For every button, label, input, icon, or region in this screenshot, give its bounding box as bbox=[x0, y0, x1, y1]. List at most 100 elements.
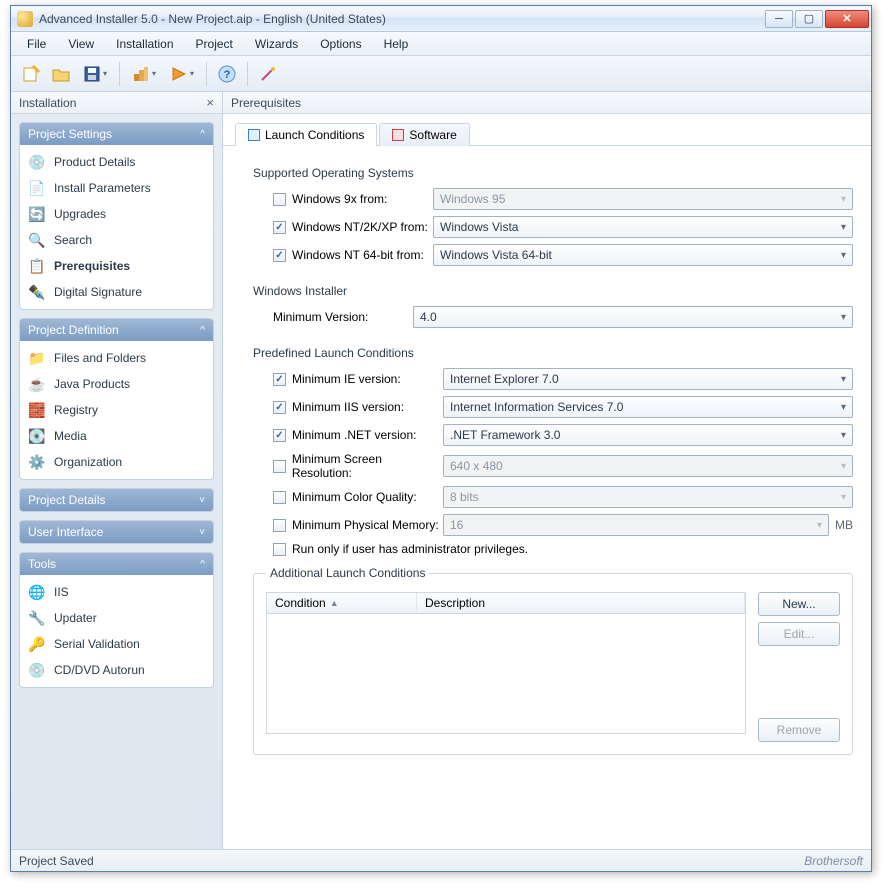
menu-installation[interactable]: Installation bbox=[106, 34, 183, 54]
sidebar-item-label: Install Parameters bbox=[54, 181, 151, 195]
sidebar-item-label: Digital Signature bbox=[54, 285, 142, 299]
sidebar-item-prerequisites[interactable]: 📋Prerequisites bbox=[22, 253, 211, 279]
wi-min-version-label: Minimum Version: bbox=[273, 310, 368, 324]
remove-condition-button[interactable]: Remove bbox=[758, 718, 840, 742]
edit-condition-button[interactable]: Edit... bbox=[758, 622, 840, 646]
sidebar-item-files-folders[interactable]: 📁Files and Folders bbox=[22, 345, 211, 371]
sidebar-item-updater[interactable]: 🔧Updater bbox=[22, 605, 211, 631]
organization-icon: ⚙️ bbox=[28, 453, 46, 471]
build-button[interactable] bbox=[128, 62, 160, 86]
pre-label-0: Minimum IE version: bbox=[292, 372, 401, 386]
sidebar-item-upgrades[interactable]: 🔄Upgrades bbox=[22, 201, 211, 227]
pre-combo-1[interactable]: Internet Information Services 7.0 bbox=[443, 396, 853, 418]
menu-file[interactable]: File bbox=[17, 34, 56, 54]
minimize-button[interactable]: ─ bbox=[765, 10, 793, 28]
iis-icon: 🌐 bbox=[28, 583, 46, 601]
tab-label: Software bbox=[409, 128, 456, 142]
admin-checkbox[interactable] bbox=[273, 543, 286, 556]
sidebar-item-java-products[interactable]: ☕Java Products bbox=[22, 371, 211, 397]
open-button[interactable] bbox=[49, 62, 73, 86]
os-combo-2[interactable]: Windows Vista 64-bit bbox=[433, 244, 853, 266]
sidebar-item-label: Prerequisites bbox=[54, 259, 130, 273]
menu-options[interactable]: Options bbox=[310, 34, 371, 54]
section-addl-title: Additional Launch Conditions bbox=[266, 566, 429, 580]
right-panel-header: Prerequisites bbox=[223, 92, 871, 114]
pre-label-3: Minimum Screen Resolution: bbox=[292, 452, 443, 480]
col-description[interactable]: Description bbox=[417, 593, 745, 613]
sidebar-item-iis[interactable]: 🌐IIS bbox=[22, 579, 211, 605]
help-button[interactable]: ? bbox=[215, 62, 239, 86]
pre-combo-2[interactable]: .NET Framework 3.0 bbox=[443, 424, 853, 446]
os-check-2[interactable] bbox=[273, 249, 286, 262]
menu-project[interactable]: Project bbox=[186, 34, 243, 54]
group-header-project-settings[interactable]: Project Settings^ bbox=[20, 123, 213, 145]
maximize-button[interactable]: ▢ bbox=[795, 10, 823, 28]
sidebar-item-organization[interactable]: ⚙️ Organization bbox=[22, 449, 211, 475]
pre-value-1: Internet Information Services 7.0 bbox=[450, 400, 623, 414]
os-combo-1[interactable]: Windows Vista bbox=[433, 216, 853, 238]
pre-check-3[interactable] bbox=[273, 460, 286, 473]
os-value-0: Windows 95 bbox=[440, 192, 505, 206]
pre-label-1: Minimum IIS version: bbox=[292, 400, 404, 414]
new-condition-button[interactable]: New... bbox=[758, 592, 840, 616]
menu-help[interactable]: Help bbox=[374, 34, 419, 54]
sidebar-item-cd-dvd-autorun[interactable]: 💿CD/DVD Autorun bbox=[22, 657, 211, 683]
close-panel-button[interactable]: × bbox=[206, 95, 214, 110]
group-header-user-interface[interactable]: User Interface˅ bbox=[20, 521, 213, 543]
sort-asc-icon: ▲ bbox=[330, 598, 339, 608]
os-label-2: Windows NT 64-bit from: bbox=[292, 248, 424, 262]
menubar: FileViewInstallationProjectWizardsOption… bbox=[11, 32, 871, 56]
menu-view[interactable]: View bbox=[58, 34, 104, 54]
pre-check-0[interactable] bbox=[273, 373, 286, 386]
sidebar-item-media[interactable]: 💽 Media bbox=[22, 423, 211, 449]
os-value-2: Windows Vista 64-bit bbox=[440, 248, 552, 262]
pre-check-2[interactable] bbox=[273, 429, 286, 442]
run-button[interactable] bbox=[166, 62, 198, 86]
save-button[interactable] bbox=[79, 62, 111, 86]
toolbar: ? bbox=[11, 56, 871, 92]
pre-combo-4: 8 bits bbox=[443, 486, 853, 508]
registry-icon: 🧱 bbox=[28, 401, 46, 419]
group-header-tools[interactable]: Tools^ bbox=[20, 553, 213, 575]
media-icon: 💽 bbox=[28, 427, 46, 445]
sidebar-item-search[interactable]: 🔍Search bbox=[22, 227, 211, 253]
sidebar-item-label: Organization bbox=[54, 455, 122, 469]
tab-icon bbox=[248, 129, 260, 141]
left-panel-header: Installation × bbox=[11, 92, 222, 114]
wizard-button[interactable] bbox=[256, 62, 280, 86]
wi-min-version-combo[interactable]: 4.0 bbox=[413, 306, 853, 328]
tab-launch-conditions[interactable]: Launch Conditions bbox=[235, 123, 377, 146]
chevron-icon: ^ bbox=[200, 129, 205, 140]
pre-combo-5: 16 bbox=[443, 514, 829, 536]
group-header-project-definition[interactable]: Project Definition^ bbox=[20, 319, 213, 341]
admin-label: Run only if user has administrator privi… bbox=[292, 542, 528, 556]
sidebar-item-label: Media bbox=[54, 429, 87, 443]
conditions-list[interactable] bbox=[266, 614, 746, 734]
col-condition[interactable]: Condition ▲ bbox=[267, 593, 417, 613]
sidebar-item-digital-signature[interactable]: ✒️Digital Signature bbox=[22, 279, 211, 305]
menu-wizards[interactable]: Wizards bbox=[245, 34, 308, 54]
section-pre-title: Predefined Launch Conditions bbox=[253, 346, 853, 360]
tab-icon bbox=[392, 129, 404, 141]
sidebar-item-registry[interactable]: 🧱Registry bbox=[22, 397, 211, 423]
pre-value-5: 16 bbox=[450, 518, 463, 532]
new-project-button[interactable] bbox=[19, 62, 43, 86]
sidebar-item-product-details[interactable]: 💿Product Details bbox=[22, 149, 211, 175]
pre-check-1[interactable] bbox=[273, 401, 286, 414]
upgrades-icon: 🔄 bbox=[28, 205, 46, 223]
sidebar-item-label: Files and Folders bbox=[54, 351, 146, 365]
os-check-0[interactable] bbox=[273, 193, 286, 206]
os-check-1[interactable] bbox=[273, 221, 286, 234]
pre-check-5[interactable] bbox=[273, 519, 286, 532]
close-button[interactable]: ✕ bbox=[825, 10, 869, 28]
sidebar-item-serial-validation[interactable]: 🔑Serial Validation bbox=[22, 631, 211, 657]
tab-software[interactable]: Software bbox=[379, 123, 469, 146]
sidebar-item-install-parameters[interactable]: 📄Install Parameters bbox=[22, 175, 211, 201]
pre-combo-0[interactable]: Internet Explorer 7.0 bbox=[443, 368, 853, 390]
svg-text:?: ? bbox=[224, 69, 231, 81]
pre-check-4[interactable] bbox=[273, 491, 286, 504]
group-header-project-details[interactable]: Project Details˅ bbox=[20, 489, 213, 511]
window-title: Advanced Installer 5.0 - New Project.aip… bbox=[39, 12, 765, 26]
serial-validation-icon: 🔑 bbox=[28, 635, 46, 653]
chevron-icon: ^ bbox=[200, 325, 205, 336]
